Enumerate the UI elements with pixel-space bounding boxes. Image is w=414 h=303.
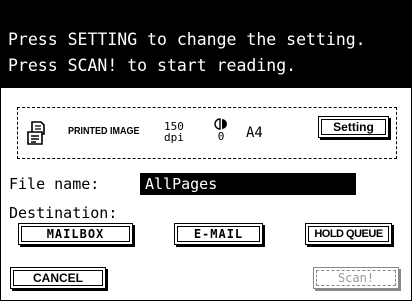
scan-mode-label: PRINTED IMAGE bbox=[68, 126, 140, 137]
instruction-banner: Press SETTING to change the setting. Pre… bbox=[1, 1, 411, 88]
instruction-line-2: Press SCAN! to start reading. bbox=[8, 56, 297, 75]
hold-queue-button[interactable]: HOLD QUEUE bbox=[305, 223, 392, 245]
contrast-display: 0 bbox=[214, 118, 228, 143]
mailbox-button[interactable]: MAILBOX bbox=[18, 223, 133, 245]
file-name-field[interactable]: AllPages bbox=[140, 173, 356, 195]
instruction-line-1: Press SETTING to change the setting. bbox=[8, 30, 366, 49]
destination-label: Destination: bbox=[9, 204, 118, 222]
setting-button[interactable]: Setting bbox=[318, 116, 389, 138]
contrast-value: 0 bbox=[217, 130, 225, 143]
resolution-unit: dpi bbox=[164, 131, 184, 144]
contrast-icon bbox=[214, 118, 228, 130]
email-button[interactable]: E-MAIL bbox=[174, 223, 263, 245]
file-name-label: File name: bbox=[9, 175, 100, 193]
cancel-button[interactable]: CANCEL bbox=[10, 267, 106, 289]
resolution-display: 150 dpi bbox=[164, 121, 184, 143]
scan-screen: Press SETTING to change the setting. Pre… bbox=[0, 0, 412, 301]
scan-button[interactable]: Scan! bbox=[313, 267, 399, 289]
paper-size: A4 bbox=[246, 125, 263, 141]
document-icon bbox=[25, 120, 47, 146]
